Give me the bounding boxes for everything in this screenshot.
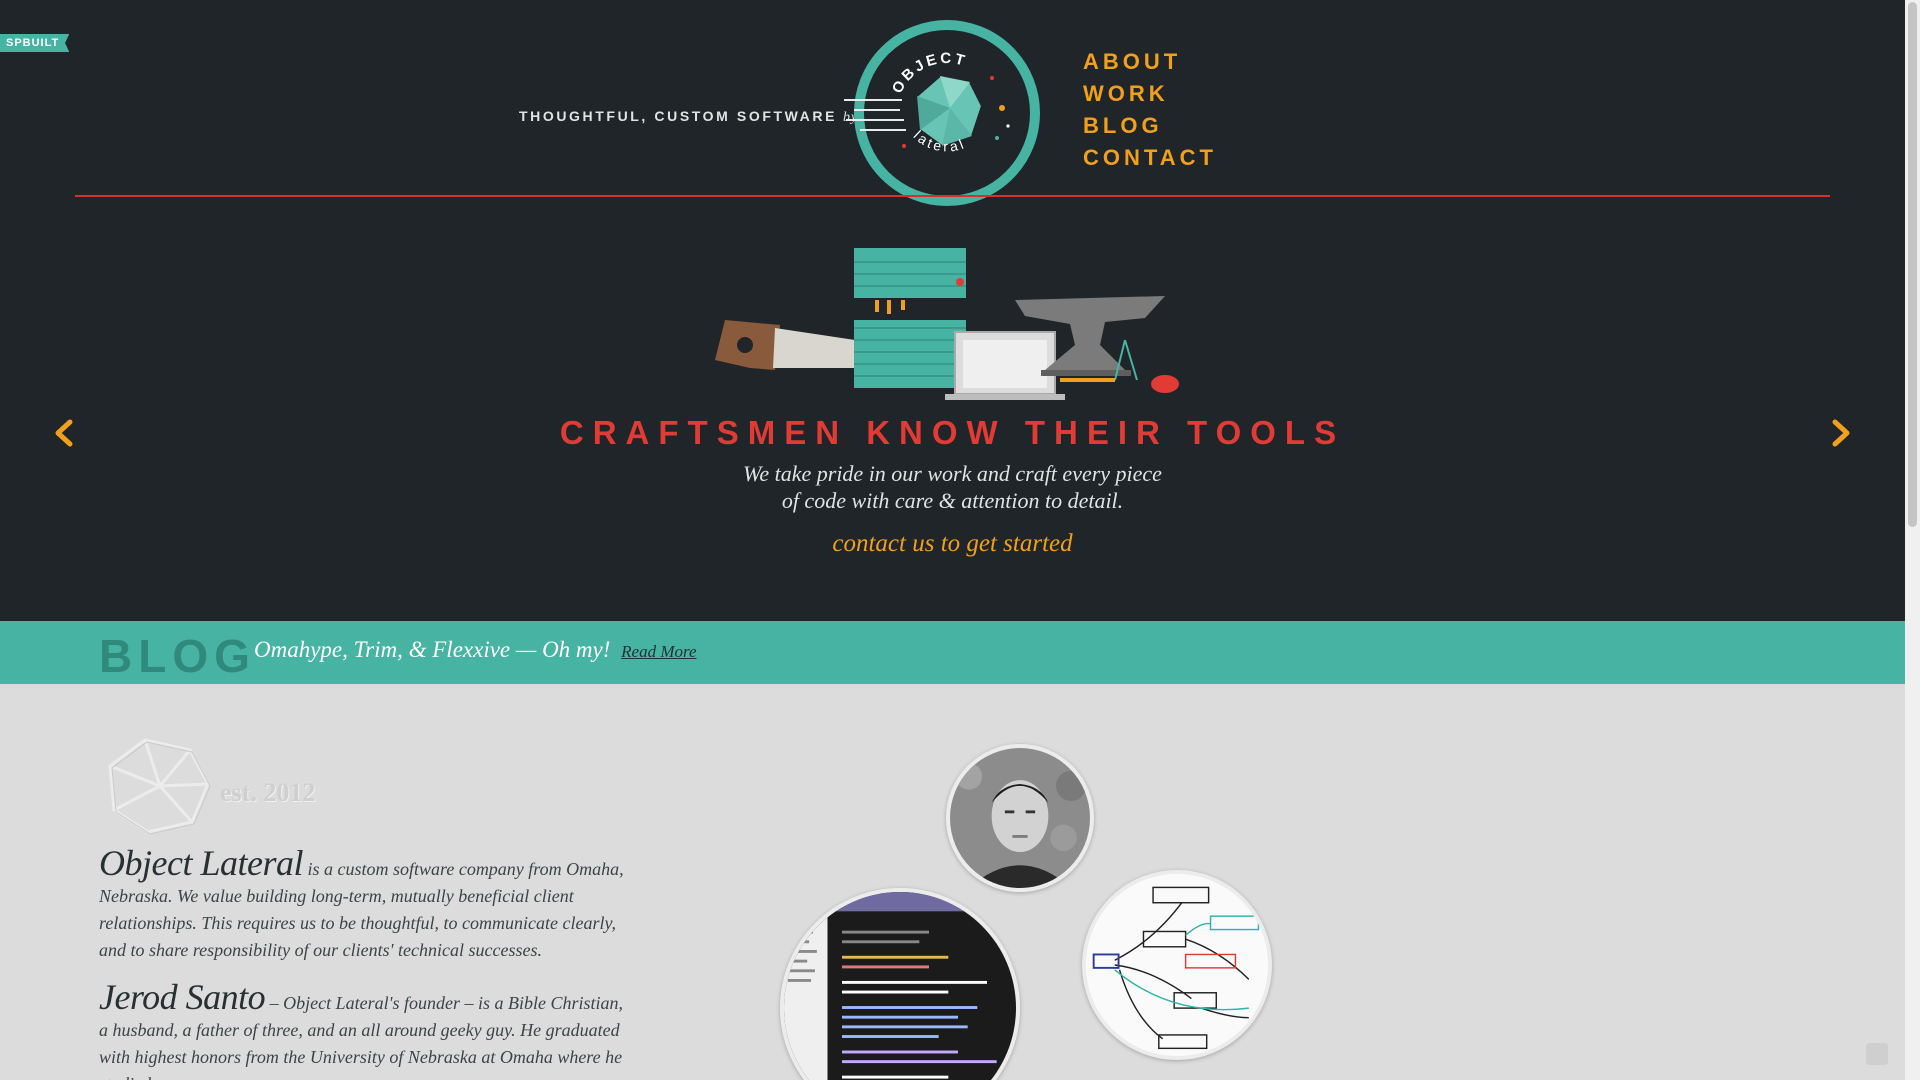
header-divider <box>75 195 1830 197</box>
hero-line-2: of code with care & attention to detail. <box>781 488 1124 513</box>
about-section: est. 2012 Object Lateral is a custom sof… <box>0 684 1905 1080</box>
tagline-text: THOUGHTFUL, CUSTOM SOFTWARE <box>519 108 838 124</box>
nav-work[interactable]: WORK <box>1083 78 1217 110</box>
scrollbar-thumb[interactable] <box>1908 2 1917 527</box>
contact-cta-link[interactable]: contact us to get started <box>0 530 1905 558</box>
established-year: est. 2012 <box>220 778 316 807</box>
read-more-link[interactable]: Read More <box>621 642 696 661</box>
code-screenshot <box>780 888 1020 1080</box>
nav-contact[interactable]: CONTACT <box>1083 142 1217 174</box>
page: SPBUILT THOUGHTFUL, CUSTOM SOFTWARE by OB… <box>0 0 1920 1080</box>
company-paragraph: Object Lateral is a custom software comp… <box>99 845 634 964</box>
spbuilt-badge[interactable]: SPBUILT <box>0 34 70 52</box>
nav-about[interactable]: ABOUT <box>1083 46 1217 78</box>
object-lateral-logo[interactable]: OBJECT lateral <box>842 18 1052 208</box>
diagram-sketch <box>1082 870 1272 1060</box>
blog-strip: BLOG Omahype, Trim, & Flexxive — Oh my! … <box>0 621 1905 684</box>
rock-stamp-icon <box>108 738 211 835</box>
founder-photo <box>946 744 1094 892</box>
blog-label: BLOG <box>99 630 256 682</box>
nav-blog[interactable]: BLOG <box>1083 110 1217 142</box>
share-icon[interactable] <box>1866 1043 1888 1065</box>
founder-paragraph: Jerod Santo – Object Lateral's founder –… <box>99 979 634 1080</box>
tools-illustration <box>715 248 1179 400</box>
hero-description: We take pride in our work and craft ever… <box>0 460 1905 514</box>
hero-title: CRAFTSMEN KNOW THEIR TOOLS <box>559 414 1346 451</box>
main-nav: ABOUT WORK BLOG CONTACT <box>1083 46 1217 174</box>
header-tagline: THOUGHTFUL, CUSTOM SOFTWARE by <box>519 108 858 126</box>
founder-name: Jerod Santo <box>99 977 266 1017</box>
blog-post-title[interactable]: Omahype, Trim, & Flexxive — Oh my! <box>254 637 610 662</box>
blog-post: Omahype, Trim, & Flexxive — Oh my! Read … <box>254 637 697 663</box>
vertical-scrollbar[interactable] <box>1905 0 1920 1080</box>
hero-line-1: We take pride in our work and craft ever… <box>743 461 1162 486</box>
company-name: Object Lateral <box>99 843 303 883</box>
